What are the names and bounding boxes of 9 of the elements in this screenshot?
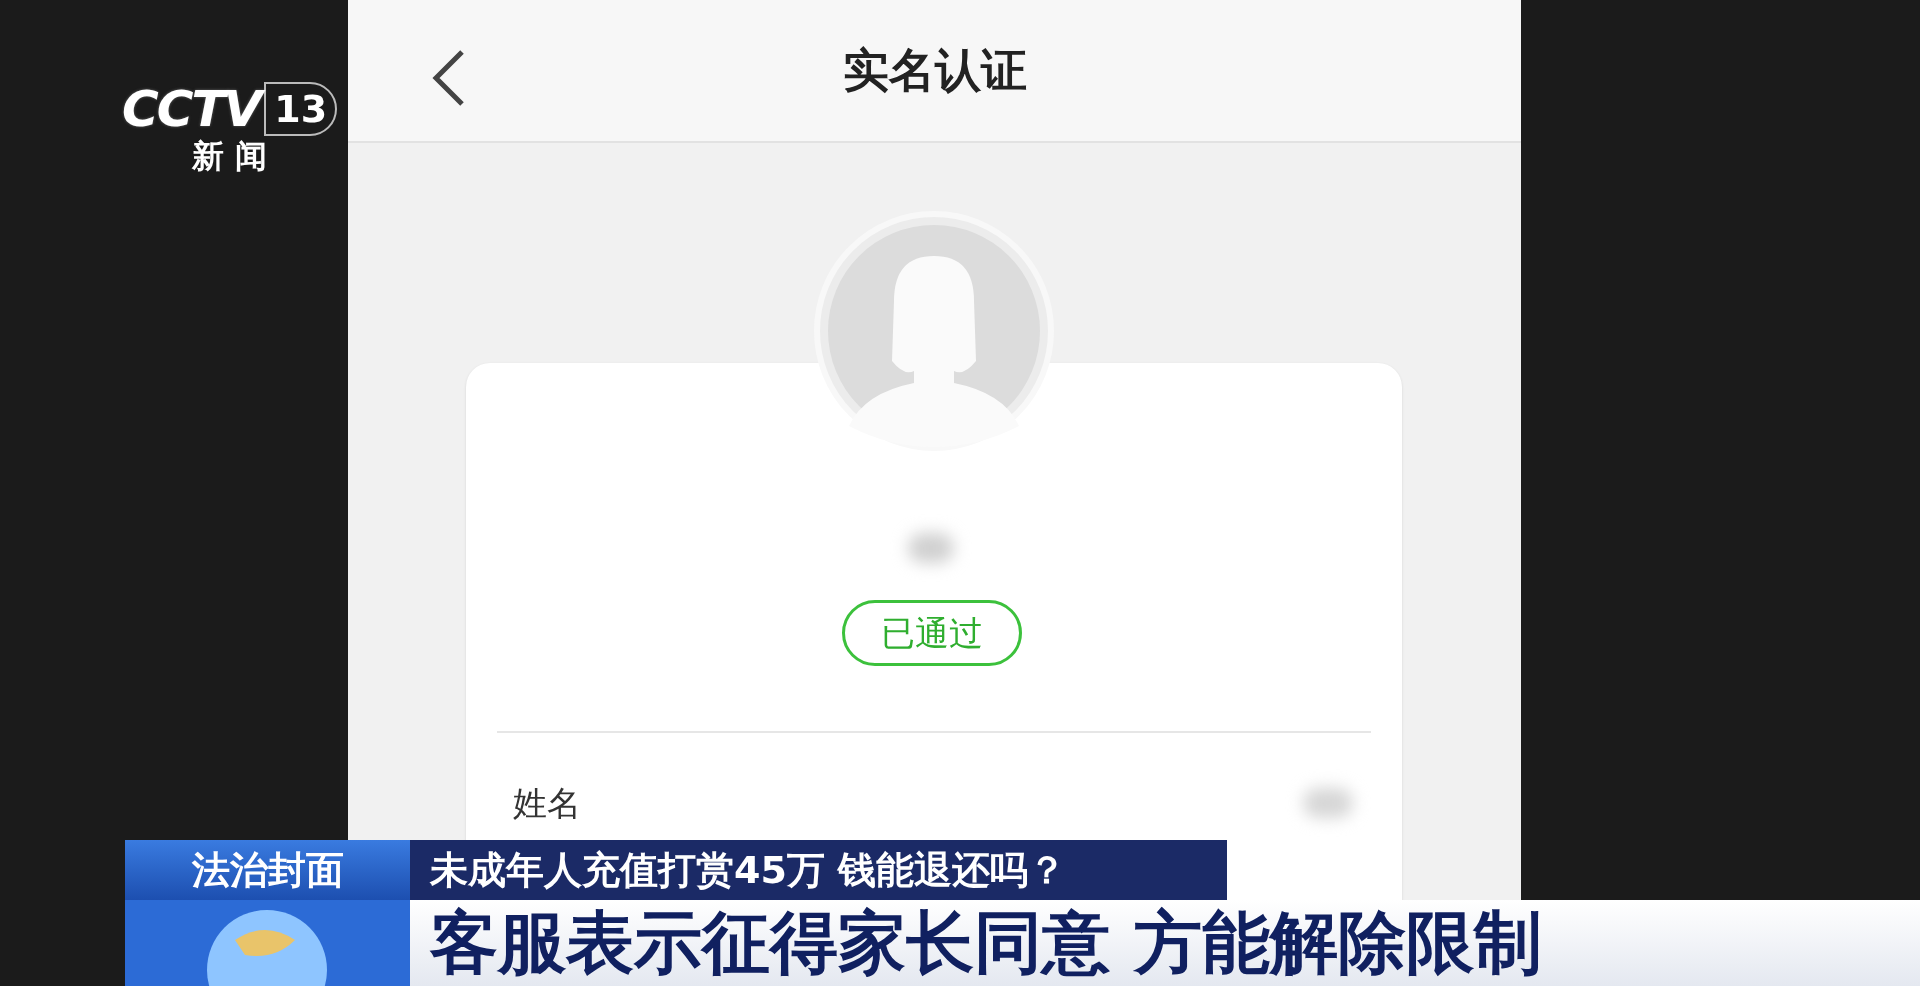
channel-subtitle: 新 闻	[191, 140, 268, 172]
page-title: 实名认证	[842, 42, 1027, 99]
channel-number: 13	[264, 82, 338, 136]
caption-bar: 客服表示征得家长同意 方能解除限制	[410, 900, 1920, 986]
headline-bar: 未成年人充值打赏45万 钱能退还吗？	[410, 840, 1227, 900]
field-label: 姓名	[513, 781, 581, 825]
program-label: 法治封面	[125, 840, 410, 900]
verified-badge: 已通过	[842, 600, 1022, 666]
back-icon[interactable]	[430, 48, 466, 108]
